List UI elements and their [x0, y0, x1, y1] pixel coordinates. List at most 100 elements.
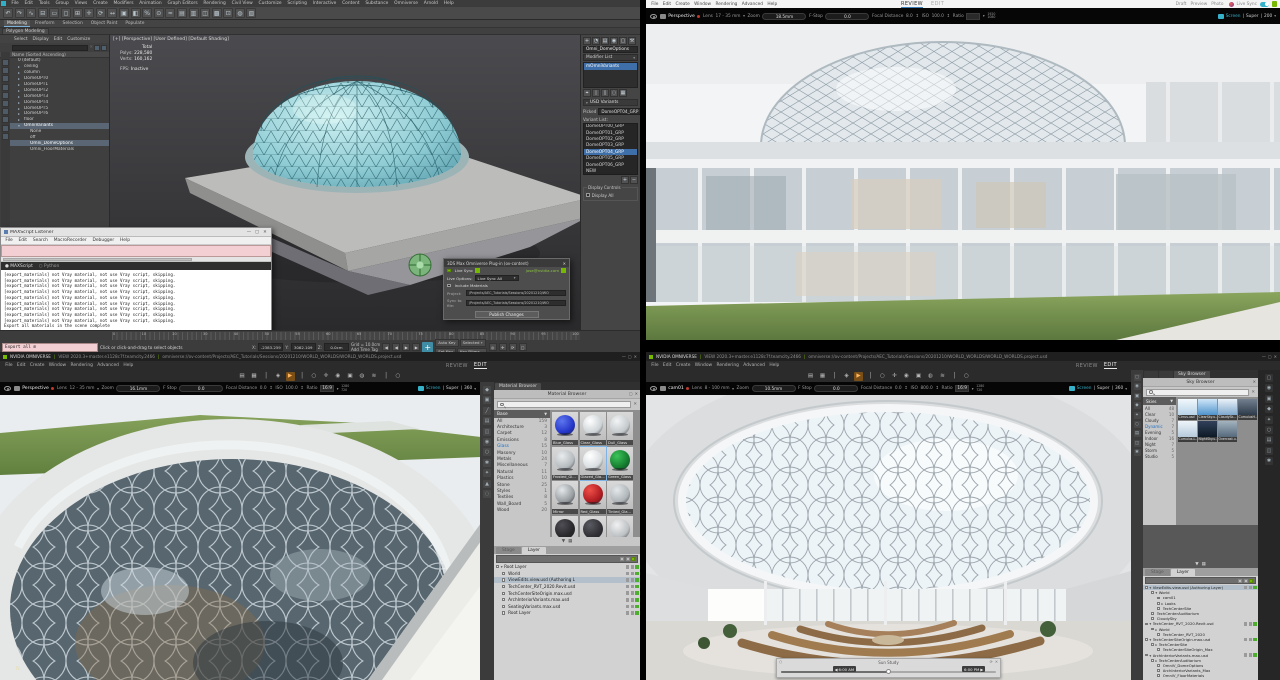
clear-search-icon[interactable]: ✕ — [1251, 390, 1255, 395]
lens-value[interactable]: 17 - 35 mm — [716, 14, 741, 19]
toolbar-icon[interactable]: ↔ — [107, 8, 117, 18]
layer-checkbox[interactable] — [1157, 669, 1160, 672]
toolbar-icon[interactable]: ▶ — [286, 372, 295, 381]
toolbar-icon[interactable]: ▦ — [818, 372, 827, 381]
layer-checkbox[interactable] — [1151, 617, 1154, 620]
toolbar-icon[interactable]: ⊟ — [38, 8, 48, 18]
dock-icon[interactable]: ✱ — [1265, 457, 1273, 465]
layer-row[interactable]: ArchInteriorVariants.max.usd — [494, 596, 640, 603]
dock-icon[interactable]: ▣ — [483, 396, 491, 404]
screenshot-icon[interactable] — [1069, 386, 1075, 391]
explorer-row[interactable]: Omni_FloorMaterials — [10, 146, 109, 152]
mini-listener-field[interactable]: Export all m — [2, 343, 98, 352]
layer-row[interactable]: OmniV_FloorMaterials — [1143, 673, 1258, 678]
layer-checkbox[interactable] — [1157, 648, 1160, 651]
sky-thumbnail[interactable]: Cumulus.L... — [1178, 421, 1197, 442]
listener-menu-item[interactable]: Help — [118, 238, 133, 243]
sky-thumbnail[interactable]: ClearSky.u.. — [1198, 399, 1217, 420]
x-coordinate-field[interactable]: -2383.259 — [258, 343, 283, 351]
toolbar-icon[interactable]: ◻ — [61, 8, 71, 18]
menu-item[interactable]: Window — [47, 363, 69, 368]
toolbar-icon[interactable]: │ — [950, 372, 959, 381]
chevron-down-icon[interactable]: ▾ — [983, 14, 985, 18]
detail-view-icon[interactable] — [626, 557, 630, 561]
dock-icon[interactable]: ◉ — [483, 438, 491, 446]
chevron-down-icon[interactable]: ▾ — [743, 14, 745, 18]
explorer-menu-item[interactable]: Select — [12, 37, 30, 42]
render-scale-control[interactable]: Screen| Super| 360 ▾ — [418, 386, 476, 391]
menu-item[interactable]: Create — [673, 2, 692, 7]
dock-icon[interactable]: ◆ — [1265, 405, 1273, 413]
toolbar-icon[interactable]: ✛ — [84, 8, 94, 18]
tab-review[interactable]: REVIEW — [1076, 363, 1098, 369]
maximize-icon[interactable]: ▢ — [1268, 354, 1272, 359]
tab-sky-browser[interactable]: Sky Browser — [1174, 371, 1210, 378]
display-toggle-icon[interactable] — [2, 67, 9, 74]
listener-titlebar[interactable]: MAXScript Listener — ▢ ✕ — [1, 228, 271, 237]
stepper-icon[interactable]: ↕ — [904, 386, 908, 391]
usd-variants-rollout[interactable]: ▾ USD Variants — [583, 99, 638, 106]
layer-checkbox[interactable] — [1145, 586, 1148, 589]
category-item[interactable]: Studio5 — [1143, 453, 1176, 459]
layer-checkbox[interactable] — [502, 592, 505, 595]
zoom-slider[interactable]: 10.5mm — [752, 385, 796, 392]
show-end-result-icon[interactable]: ∣ — [592, 89, 600, 97]
grid-view-icon[interactable]: ▦ — [568, 539, 572, 544]
toolbar-icon[interactable]: ▣ — [914, 372, 923, 381]
grid-view-icon[interactable]: ▦ — [1202, 562, 1206, 567]
toolbar-icon[interactable]: ▥ — [189, 8, 199, 18]
display-toggle-icon[interactable] — [2, 59, 9, 66]
remove-modifier-icon[interactable]: ◌ — [610, 89, 618, 97]
toolbar-icon[interactable]: │ — [262, 372, 271, 381]
modifier-entry[interactable]: mOmniVariants — [584, 63, 637, 70]
tab-stage[interactable]: Stage — [496, 547, 521, 554]
sky-browser-title[interactable]: Sky Browser ✕ — [1143, 378, 1258, 387]
dock-icon[interactable]: ◫ — [1134, 440, 1141, 447]
listener-menu-item[interactable]: Debugger — [90, 238, 117, 243]
layer-row[interactable]: ViewEdits.view.usd (Authoring L — [494, 577, 640, 584]
menu-item[interactable]: Substance — [363, 1, 391, 6]
iso-value[interactable]: 100.0 — [932, 14, 944, 19]
toolbar-icon[interactable]: ↶ — [3, 8, 13, 18]
material-thumbnail[interactable]: Blue_Glass — [552, 412, 578, 445]
menu-item[interactable]: Help — [765, 2, 779, 7]
auto-key-button[interactable]: Auto Key — [435, 339, 458, 347]
explorer-menu-item[interactable]: Customize — [65, 37, 92, 42]
display-toggle-icon[interactable] — [2, 116, 9, 123]
close-icon[interactable]: ✕ — [995, 659, 998, 664]
variant-item[interactable]: NEW — [584, 168, 637, 174]
camera-lock-icon[interactable] — [51, 387, 54, 390]
stepper-icon[interactable]: ↕ — [946, 14, 950, 19]
toolbar-icon[interactable]: │ — [866, 372, 875, 381]
expand-arrow-icon[interactable]: ▸ — [1155, 658, 1157, 663]
motion-tab-icon[interactable]: ◉ — [610, 37, 618, 45]
menu-item[interactable]: Edit — [15, 363, 28, 368]
listener-macro-pane[interactable] — [1, 245, 271, 257]
menu-item[interactable]: Create — [91, 1, 110, 6]
menu-item[interactable]: Help — [121, 363, 135, 368]
layer-checkbox[interactable] — [502, 605, 505, 608]
iso-value[interactable]: 100.0 — [285, 386, 297, 391]
filter-icon[interactable]: ▼ — [1195, 562, 1198, 567]
y-coordinate-field[interactable]: 3062.109 — [291, 343, 316, 351]
iso-value[interactable]: 800.0 — [920, 386, 932, 391]
explorer-menu-item[interactable]: Display — [31, 37, 51, 42]
clear-search-icon[interactable]: ✕ — [633, 402, 637, 407]
menu-item[interactable]: Window — [692, 2, 713, 7]
go-to-start-button[interactable]: ◀ — [382, 343, 390, 351]
menu-item[interactable]: File — [9, 1, 21, 6]
dock-icon[interactable]: ○ — [1134, 421, 1141, 428]
material-thumbnail[interactable]: Mirror — [552, 481, 578, 514]
render-scale-control[interactable]: Screen| Super| 200 ▾ — [1218, 14, 1276, 19]
minimize-icon[interactable]: — — [246, 230, 252, 235]
dock-icon[interactable]: ◆ — [483, 386, 491, 394]
tab-python[interactable]: ○ Python — [39, 264, 59, 269]
layer-row[interactable]: ▾ Root Layer — [494, 564, 640, 571]
toolbar-icon[interactable]: ▣ — [346, 372, 355, 381]
chevron-down-icon[interactable]: ▾ — [337, 387, 339, 391]
go-to-end-button[interactable]: ▶ — [412, 343, 420, 351]
layer-checkbox[interactable] — [1157, 633, 1160, 636]
zoom-slider[interactable]: 18.5mm — [762, 13, 806, 20]
dock-icon[interactable]: ▣ — [1265, 395, 1273, 403]
dock-icon[interactable]: ◫ — [1265, 447, 1273, 455]
